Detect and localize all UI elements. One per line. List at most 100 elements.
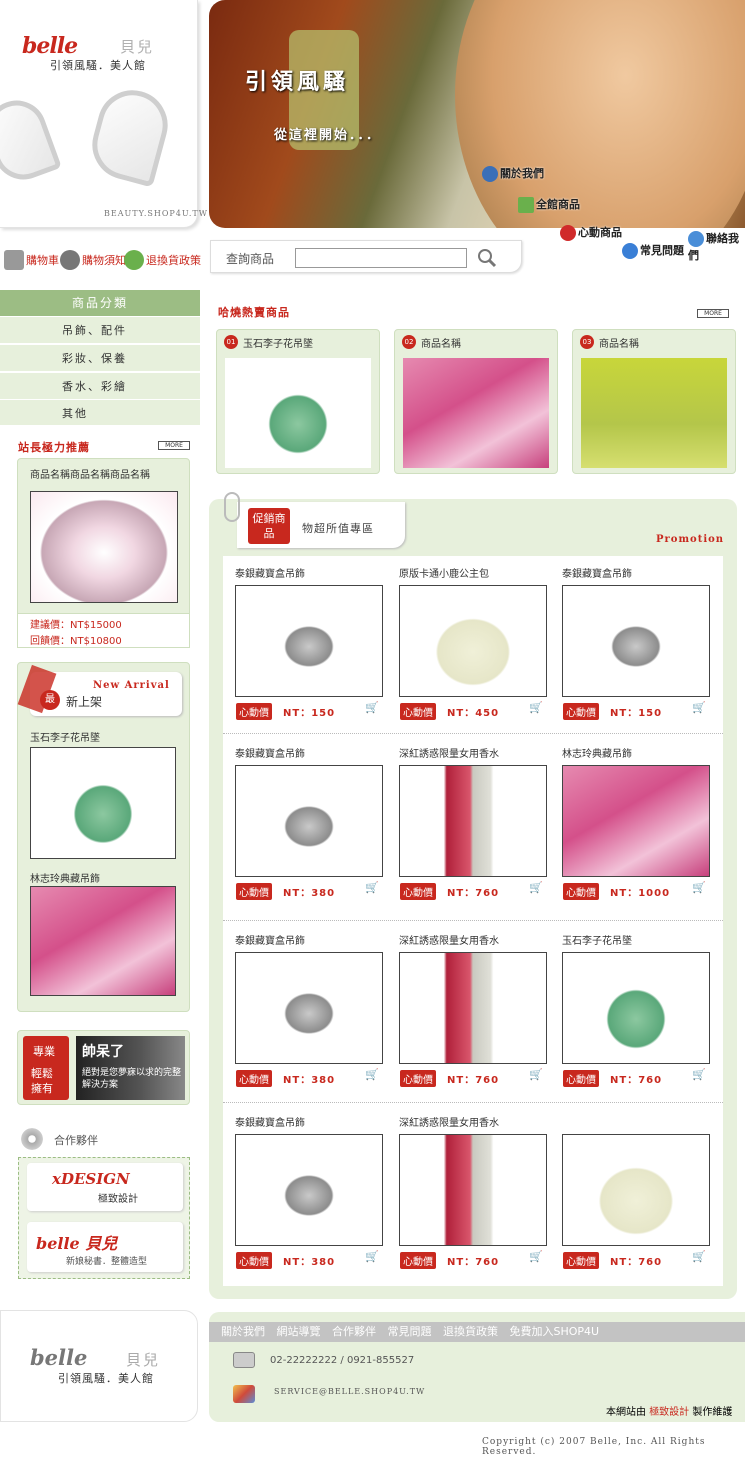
- hot-item-image[interactable]: [581, 358, 727, 468]
- promo-product-image[interactable]: [562, 1134, 710, 1246]
- hot-item-image[interactable]: [225, 358, 371, 468]
- add-to-cart-icon[interactable]: 🛒: [365, 881, 379, 894]
- promo-product-name[interactable]: 泰銀藏寶盒吊飾: [235, 1114, 305, 1129]
- promo-product-name[interactable]: 深紅誘惑限量女用香水: [399, 932, 499, 947]
- heart-icon: [560, 225, 576, 241]
- nav-all-products[interactable]: 全館商品: [518, 196, 580, 213]
- promo-product-name[interactable]: 玉石李子花吊墜: [562, 932, 632, 947]
- hot-item-image[interactable]: [403, 358, 549, 468]
- nav-faq[interactable]: 常見問題: [622, 242, 684, 259]
- footer-link-sitemap[interactable]: 網站導覽: [277, 1325, 321, 1338]
- promo-product-name[interactable]: 林志玲典藏吊飾: [562, 745, 632, 760]
- promo-product-image[interactable]: [562, 765, 710, 877]
- promo-product-image[interactable]: [399, 765, 547, 877]
- site-url: BEAUTY.SHOP4U.TW: [104, 209, 208, 218]
- recommend-more-button[interactable]: MORE: [158, 441, 190, 450]
- category-label: 其他: [62, 407, 88, 420]
- notice-label: 購物須知: [82, 254, 126, 267]
- promo-product-image[interactable]: [399, 1134, 547, 1246]
- cart-link[interactable]: 購物車: [4, 250, 59, 270]
- promo-product-image[interactable]: [399, 585, 547, 697]
- promo-product-image[interactable]: [235, 765, 383, 877]
- category-item-other[interactable]: 其他: [0, 400, 200, 426]
- category-item-accessories[interactable]: 吊飾、配件: [0, 317, 200, 344]
- hot-more-button[interactable]: MORE: [697, 309, 729, 318]
- new-arrival-image[interactable]: [30, 886, 176, 996]
- add-to-cart-icon[interactable]: 🛒: [529, 881, 543, 894]
- category-label: 彩妝、保養: [62, 352, 127, 365]
- search-input[interactable]: [295, 248, 467, 268]
- new-badge: 最: [40, 690, 60, 710]
- promo-product-name[interactable]: 深紅誘惑限量女用香水: [399, 745, 499, 760]
- search-label: 查詢商品: [226, 252, 275, 266]
- promo-product-name[interactable]: 深紅誘惑限量女用香水: [399, 1114, 499, 1129]
- add-to-cart-icon[interactable]: 🛒: [365, 701, 379, 714]
- new-arrival-title: 新上架: [66, 695, 103, 709]
- return-label: 退換貨政策: [146, 254, 201, 267]
- promo-product-image[interactable]: [235, 952, 383, 1064]
- banner-model-image: [455, 0, 745, 228]
- hot-item-name: 商品名稱: [599, 339, 639, 350]
- price-tag: 心動價: [563, 1070, 599, 1087]
- new-arrival-name[interactable]: 玉石李子花吊墜: [30, 729, 100, 744]
- promo-product-image[interactable]: [235, 1134, 383, 1246]
- add-to-cart-icon[interactable]: 🛒: [692, 1068, 706, 1081]
- add-to-cart-icon[interactable]: 🛒: [529, 701, 543, 714]
- promo-product-image[interactable]: [399, 952, 547, 1064]
- new-arrival-image[interactable]: [30, 747, 176, 859]
- footer-link-faq[interactable]: 常見問題: [388, 1325, 432, 1338]
- promo-product-image[interactable]: [562, 585, 710, 697]
- promo-product-image[interactable]: [562, 952, 710, 1064]
- return-policy-link[interactable]: 退換貨政策: [124, 250, 201, 270]
- nav-label: 關於我們: [500, 167, 544, 180]
- add-to-cart-icon[interactable]: 🛒: [692, 1250, 706, 1263]
- add-to-cart-icon[interactable]: 🛒: [365, 1250, 379, 1263]
- price-tag: 心動價: [236, 1252, 272, 1269]
- nav-about[interactable]: 關於我們: [482, 165, 544, 182]
- promo-product-name[interactable]: 泰銀藏寶盒吊飾: [235, 932, 305, 947]
- add-to-cart-icon[interactable]: 🛒: [692, 701, 706, 714]
- price-tag: 心動價: [400, 883, 436, 900]
- add-to-cart-icon[interactable]: 🛒: [692, 881, 706, 894]
- cart-label: 購物車: [26, 254, 59, 267]
- ad-title: 帥呆了: [82, 1044, 124, 1060]
- recommend-product-name[interactable]: 商品名稱商品名稱商品名稱: [30, 466, 150, 481]
- paperclip-icon: [224, 492, 240, 522]
- promo-product-image[interactable]: [235, 585, 383, 697]
- footer-link-partners[interactable]: 合作夥伴: [332, 1325, 376, 1338]
- footer-link-join[interactable]: 免費加入SHOP4U: [510, 1325, 600, 1338]
- price-tag: 心動價: [236, 1070, 272, 1087]
- phone-icon: [233, 1352, 255, 1368]
- credit-link[interactable]: 極致設計: [649, 1407, 689, 1418]
- new-arrival-name[interactable]: 林志玲典藏吊飾: [30, 870, 100, 885]
- category-item-perfume[interactable]: 香水、彩繪: [0, 373, 200, 400]
- add-to-cart-icon[interactable]: 🛒: [529, 1068, 543, 1081]
- nav-contact[interactable]: 聯絡我們: [688, 230, 745, 263]
- logo-text[interactable]: belle: [22, 33, 78, 59]
- footer-link-about[interactable]: 關於我們: [221, 1325, 265, 1338]
- promotion-en: Promotion: [656, 534, 725, 545]
- recommend-product-image[interactable]: [30, 491, 178, 603]
- footer-email[interactable]: SERVICE@BELLE.SHOP4U.TW: [274, 1387, 425, 1396]
- footer-logo-text[interactable]: belle: [30, 1345, 87, 1370]
- promo-product-name[interactable]: 泰銀藏寶盒吊飾: [235, 565, 305, 580]
- footer-link-returns[interactable]: 退換貨政策: [443, 1325, 498, 1338]
- box-icon: [518, 197, 534, 213]
- gear-icon: [18, 1128, 46, 1150]
- row-separator: [223, 1102, 723, 1103]
- promo-product-name[interactable]: 泰銀藏寶盒吊飾: [562, 565, 632, 580]
- question-icon: [622, 243, 638, 259]
- footer-slogan: 引領風騷．美人館: [58, 1372, 154, 1385]
- promo-product-name[interactable]: 原版卡通小鹿公主包: [399, 565, 489, 580]
- hot-item-name: 玉石李子花吊墜: [243, 339, 313, 350]
- nav-favorites[interactable]: 心動商品: [560, 224, 622, 241]
- notice-link[interactable]: 購物須知: [60, 250, 126, 270]
- search-button[interactable]: [476, 247, 498, 269]
- promo-product-name[interactable]: 泰銀藏寶盒吊飾: [235, 745, 305, 760]
- add-to-cart-icon[interactable]: 🛒: [529, 1250, 543, 1263]
- add-to-cart-icon[interactable]: 🛒: [365, 1068, 379, 1081]
- category-item-makeup[interactable]: 彩妝、保養: [0, 345, 200, 372]
- footer-credit: 本網站由 極致設計 製作維護: [606, 1403, 732, 1418]
- price-tag: 心動價: [400, 703, 436, 720]
- promo-price: NT：760: [447, 1075, 500, 1086]
